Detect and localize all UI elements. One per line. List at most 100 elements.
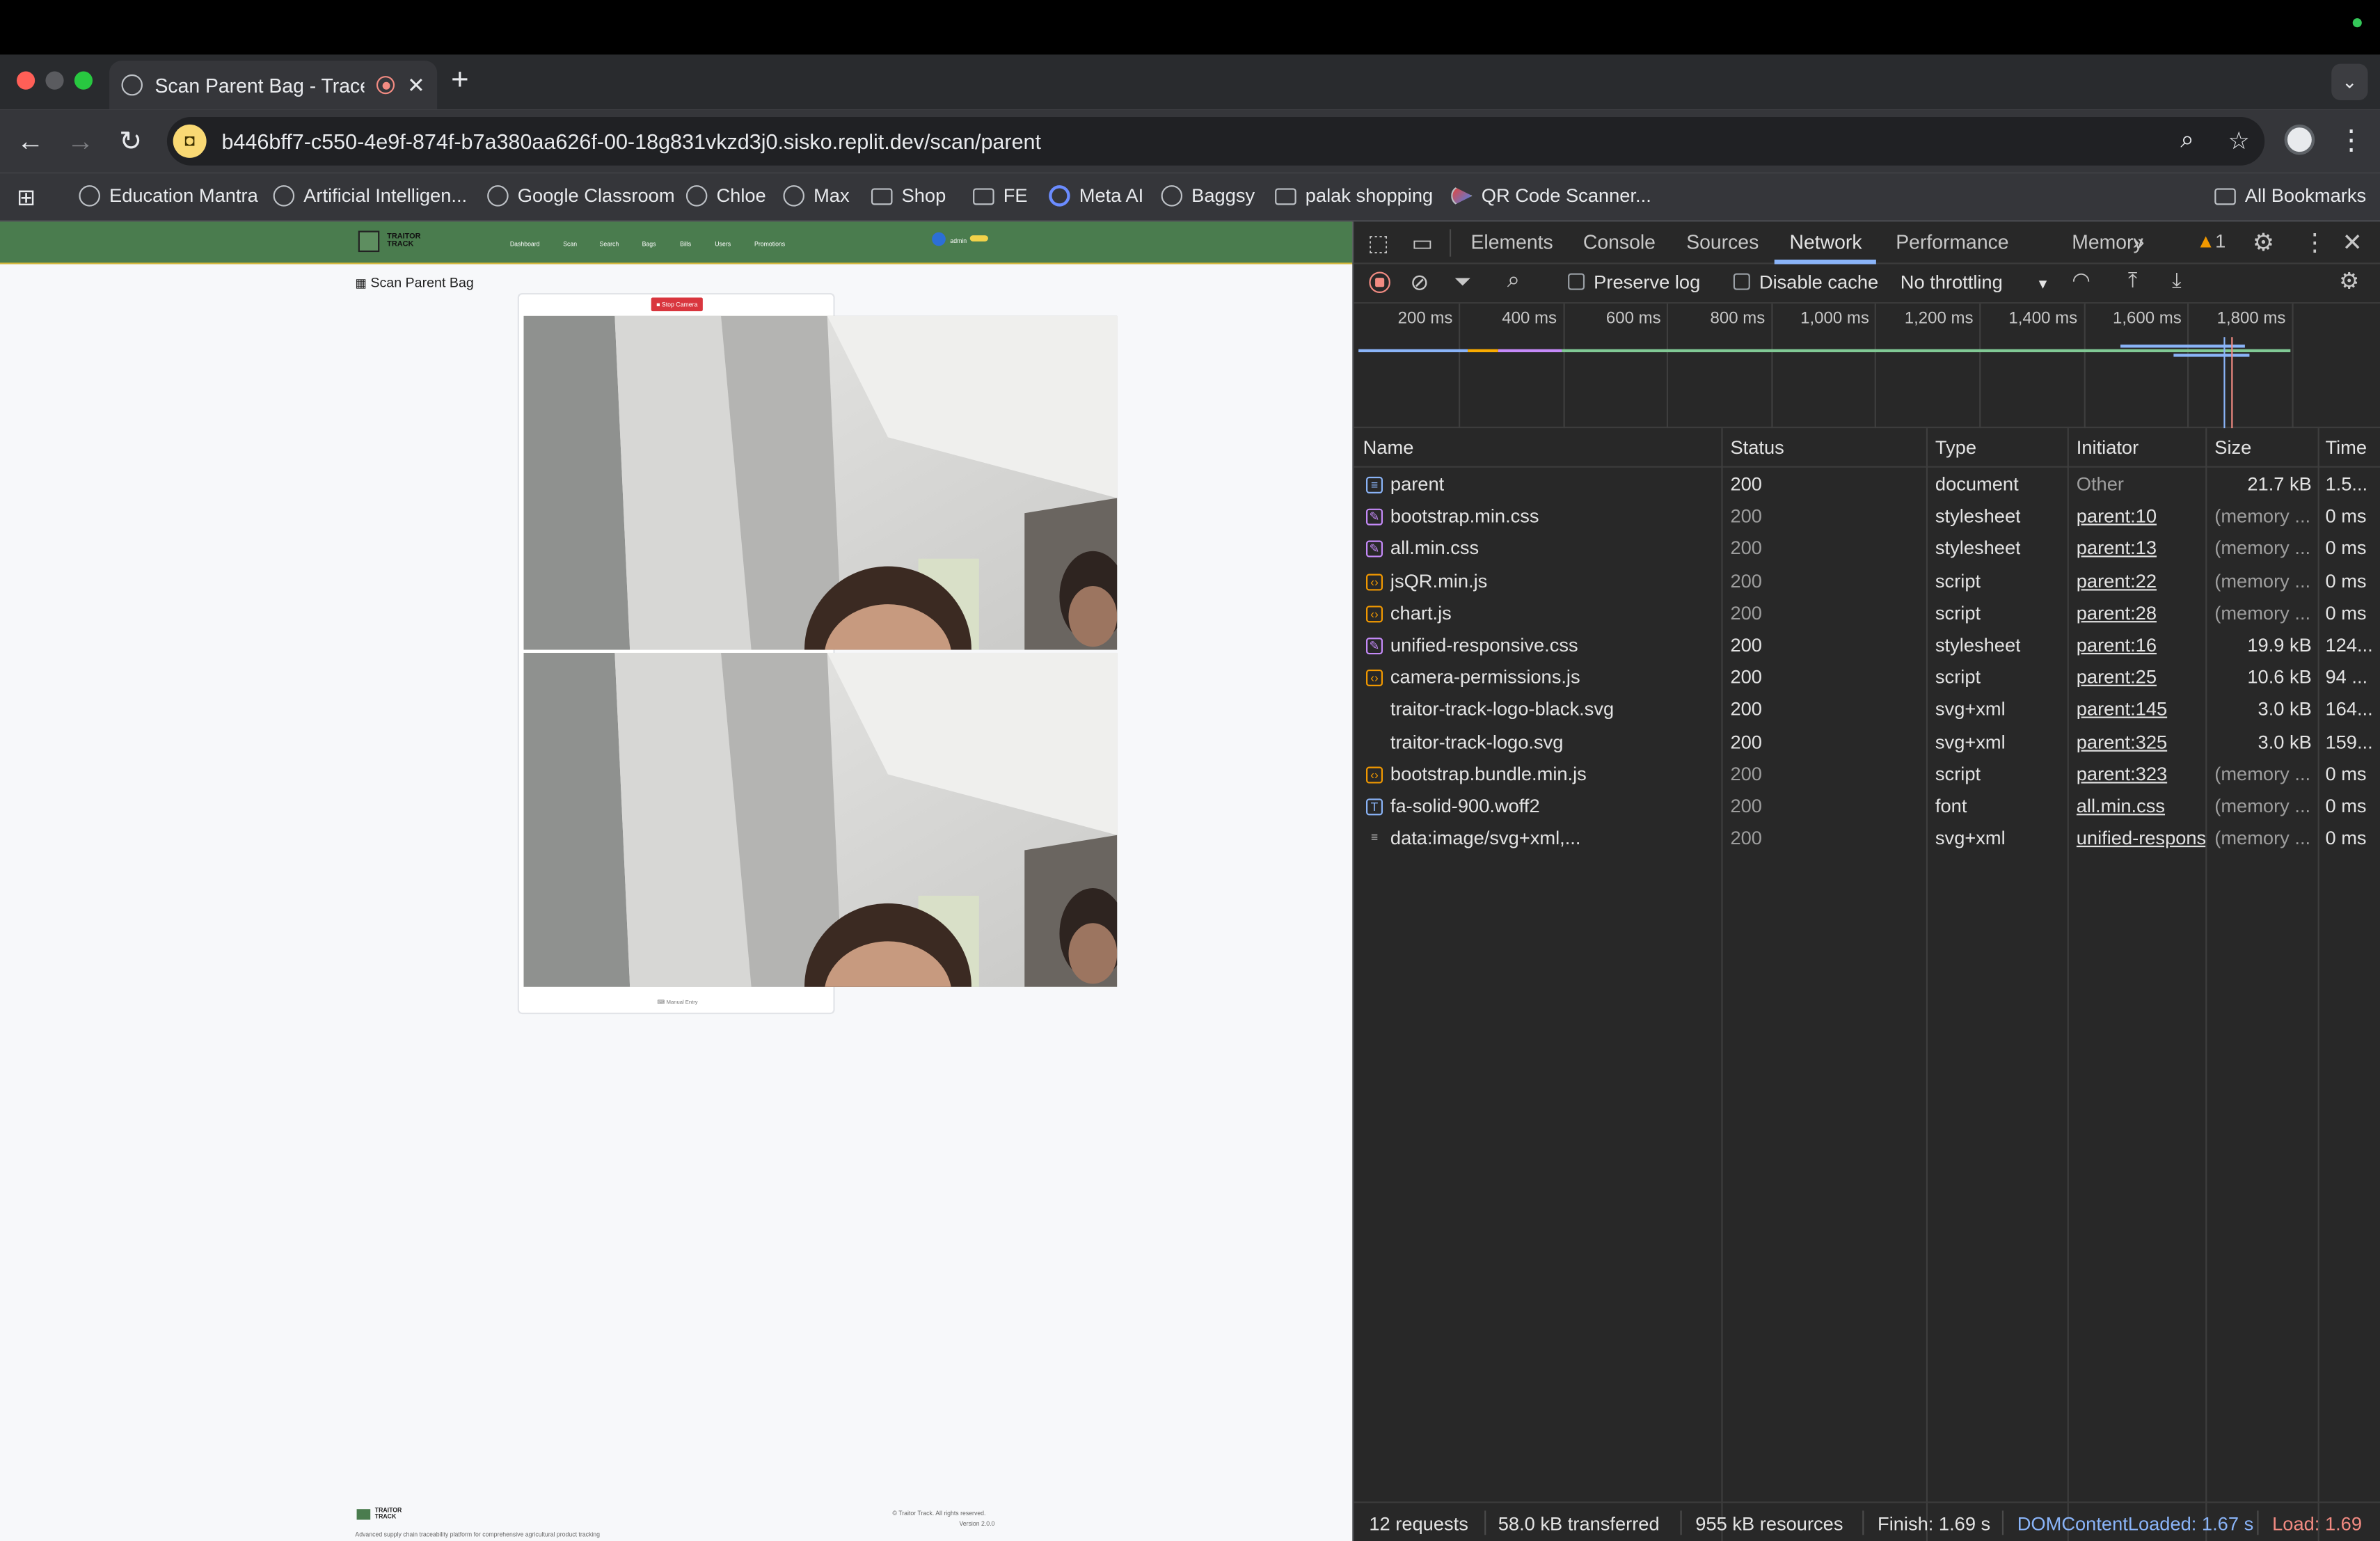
cell-name[interactable]: traitor-track-logo-black.svg (1390, 699, 1717, 720)
throttling-select[interactable]: No throttling ▼ (1901, 271, 2049, 293)
zoom-icon[interactable]: ⌕ (2173, 127, 2200, 155)
cell-initiator[interactable]: parent:22 (2077, 570, 2205, 592)
bookmark-item[interactable]: palak shopping (1275, 185, 1433, 207)
cell-initiator[interactable]: parent:145 (2077, 699, 2205, 720)
site-nav-search[interactable]: Search (600, 240, 619, 248)
bookmark-item[interactable]: QR Code Scanner... (1451, 185, 1651, 207)
table-row[interactable]: ‹› bootstrap.bundle.min.js 200 script parent… (1354, 759, 2380, 791)
site-logo-text[interactable]: TRAITOR TRACK (387, 233, 420, 249)
site-nav-dashboard[interactable]: Dashboard (510, 240, 540, 248)
cell-name[interactable]: camera-permissions.js (1390, 667, 1717, 688)
disable-cache-checkbox[interactable]: Disable cache (1733, 271, 1878, 293)
cell-name[interactable]: fa-solid-900.woff2 (1390, 796, 1717, 817)
tab-sources[interactable]: Sources (1686, 231, 1759, 254)
cell-name[interactable]: jsQR.min.js (1390, 570, 1717, 592)
tab-search-button[interactable]: ⌄ (2331, 63, 2368, 100)
close-window-button[interactable] (16, 71, 35, 90)
url-text[interactable]: b446bff7-c550-4e9f-874f-b7a380aa626f-00-… (221, 129, 2161, 153)
site-nav-promotions[interactable]: Promotions (754, 240, 785, 248)
devtools-menu-icon[interactable]: ⋮ (2303, 228, 2327, 258)
device-toolbar-icon[interactable]: ▭ (1411, 229, 1433, 257)
bookmark-star-icon[interactable]: ☆ (2226, 126, 2253, 157)
bookmark-item[interactable]: Chloe (685, 185, 766, 207)
col-name[interactable]: Name (1363, 437, 1414, 459)
bookmark-item[interactable]: Education Mantra (79, 185, 258, 207)
cell-initiator[interactable]: parent:28 (2077, 603, 2205, 624)
cell-initiator[interactable]: parent:25 (2077, 667, 2205, 688)
col-size[interactable]: Size (2214, 437, 2251, 459)
cell-initiator[interactable]: all.min.css (2077, 796, 2205, 817)
site-logo-icon[interactable] (358, 230, 380, 253)
cell-name[interactable]: unified-responsive.css (1390, 635, 1717, 656)
cell-initiator[interactable]: parent:325 (2077, 731, 2205, 752)
browser-menu-icon[interactable]: ⋮ (2338, 125, 2365, 157)
cell-name[interactable]: bootstrap.bundle.min.js (1390, 764, 1717, 785)
cell-name[interactable]: traitor-track-logo.svg (1390, 731, 1717, 752)
cell-name[interactable]: parent (1390, 474, 1717, 496)
inspect-element-icon[interactable]: ⬚ (1367, 229, 1389, 257)
table-row[interactable]: ✎ all.min.css 200 stylesheet parent:13 (memor… (1354, 533, 2380, 565)
user-avatar[interactable] (932, 232, 946, 246)
cell-name[interactable]: bootstrap.min.css (1390, 506, 1717, 528)
search-icon[interactable]: ⌕ (1507, 267, 1520, 293)
table-row[interactable]: ‹› chart.js 200 script parent:28 (memory ... 0… (1354, 598, 2380, 630)
table-row[interactable]: ‹› jsQR.min.js 200 script parent:22 (memory .… (1354, 566, 2380, 598)
export-har-icon[interactable]: ⤓ (2172, 267, 2182, 293)
browser-tab[interactable]: Scan Parent Bag - TraceTr ✕ (109, 61, 438, 110)
close-tab-icon[interactable]: ✕ (407, 72, 425, 98)
table-row[interactable]: Tfa-solid-900.woff2 200 font all.min.css (me… (1354, 791, 2380, 823)
cell-name[interactable]: all.min.css (1390, 538, 1717, 560)
user-name[interactable]: admin (950, 237, 967, 244)
settings-gear-icon[interactable]: ⚙ (2253, 228, 2274, 258)
table-row[interactable]: ≡ data:image/svg+xml,... 200 svg+xml unified… (1354, 823, 2380, 855)
col-time[interactable]: Time (2325, 437, 2367, 459)
tab-network[interactable]: Network (1790, 231, 1862, 254)
table-row[interactable]: traitor-track-logo-black.svg 200 svg+xml pa… (1354, 695, 2380, 727)
table-row[interactable]: ‹› camera-permissions.js 200 script parent:2… (1354, 662, 2380, 694)
table-row[interactable]: traitor-track-logo.svg 200 svg+xml parent:3… (1354, 727, 2380, 759)
bookmark-item[interactable]: FE (973, 185, 1028, 207)
preserve-log-checkbox[interactable]: Preserve log (1568, 271, 1700, 293)
maximize-window-button[interactable] (74, 71, 93, 90)
network-settings-icon[interactable]: ⚙ (2339, 267, 2359, 294)
bookmark-item[interactable]: Baggsy (1161, 185, 1255, 207)
filter-icon[interactable]: ⏷ (1454, 269, 1471, 294)
cell-name[interactable]: chart.js (1390, 603, 1717, 624)
cell-initiator[interactable]: parent:13 (2077, 538, 2205, 560)
apps-grid-icon[interactable]: ⊞ (17, 184, 35, 211)
clear-icon[interactable]: ⊘ (1410, 269, 1429, 296)
col-type[interactable]: Type (1935, 437, 1976, 459)
back-button[interactable]: ← (14, 125, 47, 158)
reload-button[interactable]: ↻ (114, 125, 148, 158)
table-row[interactable]: ✎ unified-responsive.css 200 stylesheet pare… (1354, 630, 2380, 662)
forward-button[interactable]: → (64, 125, 97, 158)
site-nav-bills[interactable]: Bills (680, 240, 691, 248)
close-devtools-icon[interactable]: ✕ (2342, 228, 2362, 258)
manual-entry-link[interactable]: ⌨ Manual Entry (657, 999, 697, 1005)
more-tabs-icon[interactable]: » (2132, 229, 2144, 253)
cell-initiator[interactable]: parent:10 (2077, 506, 2205, 528)
network-conditions-icon[interactable]: ◠ (2072, 267, 2091, 293)
col-status[interactable]: Status (1730, 437, 1784, 459)
warnings-badge[interactable]: ▲1 (2196, 231, 2226, 253)
bookmark-item[interactable]: Shop (871, 185, 946, 207)
tab-elements[interactable]: Elements (1471, 231, 1553, 254)
bookmark-item[interactable]: Google Classroom (487, 185, 675, 207)
camera-in-use-icon[interactable]: ◘ (173, 124, 207, 158)
site-nav-bags[interactable]: Bags (642, 240, 656, 248)
new-tab-button[interactable]: + (443, 64, 477, 99)
cell-name[interactable]: data:image/svg+xml,... (1390, 828, 1717, 849)
bookmark-item[interactable]: Meta AI (1049, 185, 1143, 207)
cell-initiator[interactable]: unified-respons (2077, 828, 2205, 849)
cell-initiator[interactable]: parent:323 (2077, 764, 2205, 785)
cell-initiator[interactable]: Other (2077, 474, 2205, 496)
bookmark-item[interactable]: Max (783, 185, 850, 207)
minimize-window-button[interactable] (45, 71, 64, 90)
cell-initiator[interactable]: parent:16 (2077, 635, 2205, 656)
all-bookmarks-button[interactable]: All Bookmarks (2214, 185, 2366, 207)
tab-console[interactable]: Console (1583, 231, 1656, 254)
stop-camera-button[interactable]: ■ Stop Camera (651, 297, 703, 312)
site-nav-scan[interactable]: Scan (563, 240, 577, 248)
table-row[interactable]: ✎ bootstrap.min.css 200 stylesheet parent:10… (1354, 501, 2380, 533)
tab-performance[interactable]: Performance (1896, 231, 2008, 254)
